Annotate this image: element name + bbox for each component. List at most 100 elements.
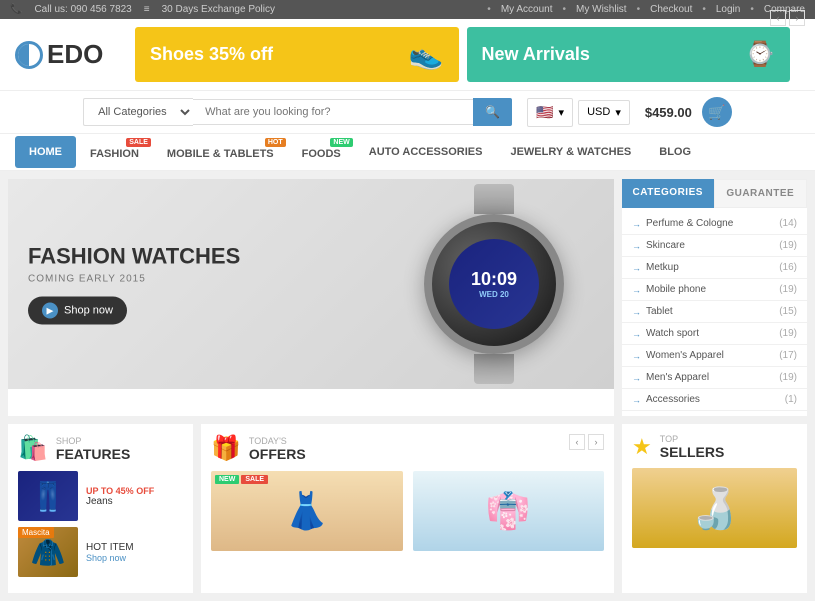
cart-button[interactable]: 🛒 — [702, 97, 732, 127]
sellers-header: ★ TOP SELLERS — [632, 434, 797, 460]
nav-label-auto: AUTO ACCESSORIES — [369, 146, 483, 158]
features-title: SHOP FEATURES — [56, 436, 130, 462]
nav-label-jewelry: JEWELRY & WATCHES — [510, 146, 631, 158]
phone-text: Call us: 090 456 7823 — [34, 4, 131, 15]
category-perfume[interactable]: → Perfume & Cologne (14) — [622, 213, 807, 235]
sellers-title-small: TOP — [660, 434, 725, 444]
hero-section: FASHION WATCHES COMING EARLY 2015 ▶ Shop… — [8, 179, 614, 416]
badge-sale: SALE — [241, 475, 268, 484]
category-count: (14) — [779, 218, 797, 229]
category-name: Men's Apparel — [646, 372, 709, 383]
offer-image-1: NEW SALE 👗 — [211, 471, 403, 551]
search-input[interactable] — [193, 99, 473, 125]
category-metkup[interactable]: → Metkup (16) — [622, 257, 807, 279]
arrow-icon: → — [632, 395, 641, 405]
arrow-icon: → — [632, 219, 641, 229]
jacket-text: HOT ITEM Shop now — [86, 542, 134, 563]
features-header: 🛍️ SHOP FEATURES — [18, 434, 183, 463]
shop-now-button[interactable]: ▶ Shop now — [28, 297, 127, 325]
arrow-icon: → — [632, 285, 641, 295]
flag-icon: 🇺🇸 — [536, 104, 553, 121]
category-mens[interactable]: → Men's Apparel (19) — [622, 367, 807, 389]
discount-label: UP TO 45% OFF — [86, 486, 154, 496]
hero-subtitle: COMING EARLY 2015 — [28, 274, 240, 285]
category-name: Women's Apparel — [646, 350, 724, 361]
search-bar: All Categories 🔍 🇺🇸 ▾ USD ▾ $459.00 🛒 — [0, 91, 815, 134]
offers-title-large: OFFERS — [249, 446, 306, 462]
top-bar: 📞 Call us: 090 456 7823 ≡ 30 Days Exchan… — [0, 0, 815, 19]
category-name: Tablet — [646, 306, 673, 317]
jeans-text: UP TO 45% OFF Jeans — [86, 486, 154, 507]
currency-text: USD — [587, 106, 610, 118]
top-bar-right: • My Account • My Wishlist • Checkout • … — [487, 4, 805, 15]
watch-date: WED 20 — [479, 290, 509, 299]
shop-now-link[interactable]: Shop now — [86, 553, 134, 563]
features-title-small: SHOP — [56, 436, 130, 446]
banner-new-text: New Arrivals — [482, 44, 590, 65]
nav-item-jewelry[interactable]: JEWELRY & WATCHES — [496, 136, 645, 168]
category-name: Perfume & Cologne — [646, 218, 733, 229]
wishlist-link[interactable]: My Wishlist — [576, 4, 627, 15]
checkout-link[interactable]: Checkout — [650, 4, 692, 15]
seller-image[interactable]: 🍶 — [632, 468, 797, 548]
category-womens[interactable]: → Women's Apparel (17) — [622, 345, 807, 367]
offers-nav: ‹ › — [569, 434, 604, 450]
arrow-icon: → — [632, 263, 641, 273]
sellers-next[interactable]: › — [789, 10, 805, 26]
offers-prev[interactable]: ‹ — [569, 434, 585, 450]
arrow-icon: → — [632, 241, 641, 251]
tab-guarantee[interactable]: GUARANTEE — [714, 179, 808, 208]
nav-label-fashion: FASHION — [90, 148, 139, 160]
hero-text: FASHION WATCHES COMING EARLY 2015 ▶ Shop… — [28, 244, 240, 325]
mascita-badge: Mascita — [18, 527, 54, 538]
lang-arrow: ▾ — [559, 106, 565, 119]
search-button[interactable]: 🔍 — [473, 98, 512, 126]
badge-new: NEW — [330, 138, 352, 147]
nav-label-mobile: MOBILE & TABLETS — [167, 148, 274, 160]
category-name: Mobile phone — [646, 284, 706, 295]
features-card: 🛍️ SHOP FEATURES 👖 UP TO 45% OFF Jeans 🧥 — [8, 424, 193, 593]
category-tablet[interactable]: → Tablet (15) — [622, 301, 807, 323]
offers-card: 🎁 TODAY'S OFFERS ‹ › NEW SALE 👗 — [201, 424, 614, 593]
phone-icon: 📞 — [10, 4, 22, 15]
jeans-image: 👖 — [18, 471, 78, 521]
currency-select[interactable]: USD ▾ — [578, 100, 630, 125]
offers-title: TODAY'S OFFERS — [249, 436, 306, 462]
category-watch-sport[interactable]: → Watch sport (19) — [622, 323, 807, 345]
item-name: Jeans — [86, 496, 154, 507]
bottom-section: 🛍️ SHOP FEATURES 👖 UP TO 45% OFF Jeans 🧥 — [0, 424, 815, 601]
nav-item-auto[interactable]: AUTO ACCESSORIES — [355, 136, 497, 168]
arrow-icon: → — [632, 307, 641, 317]
category-accessories[interactable]: → Accessories (1) — [622, 389, 807, 411]
nav-item-blog[interactable]: BLOG — [645, 136, 705, 168]
sidebar-category-list: → Perfume & Cologne (14) → Skincare (19)… — [622, 208, 807, 416]
offers-icon: 🎁 — [211, 434, 241, 463]
offer-item-2[interactable]: 👘 — [413, 471, 605, 551]
features-title-large: FEATURES — [56, 446, 130, 462]
nav-item-mobile[interactable]: HOT MOBILE & TABLETS — [153, 134, 288, 170]
tab-categories[interactable]: CATEGORIES — [622, 179, 714, 208]
banner-new-arrivals[interactable]: New Arrivals ⌚ — [467, 27, 791, 82]
banner-shoes[interactable]: Shoes 35% off 👟 — [135, 27, 459, 82]
logo[interactable]: EDO — [15, 39, 115, 70]
login-link[interactable]: Login — [716, 4, 740, 15]
banners: Shoes 35% off 👟 New Arrivals ⌚ — [135, 27, 790, 82]
category-mobile[interactable]: → Mobile phone (19) — [622, 279, 807, 301]
badge-hot: HOT — [265, 138, 286, 147]
category-skincare[interactable]: → Skincare (19) — [622, 235, 807, 257]
price-display: $459.00 — [645, 105, 692, 120]
nav-item-fashion[interactable]: SALE FASHION — [76, 134, 153, 170]
nav-item-foods[interactable]: NEW FOODS — [288, 134, 355, 170]
my-account-link[interactable]: My Account — [501, 4, 553, 15]
category-name: Accessories — [646, 394, 700, 405]
language-select[interactable]: 🇺🇸 ▾ — [527, 98, 573, 127]
category-select[interactable]: All Categories — [83, 98, 193, 126]
nav-item-home[interactable]: HOME — [15, 136, 76, 168]
category-count: (1) — [785, 394, 797, 405]
category-count: (15) — [779, 306, 797, 317]
offer-item-1[interactable]: NEW SALE 👗 — [211, 471, 403, 551]
sellers-prev[interactable]: ‹ — [770, 10, 786, 26]
sidebar-tabs: CATEGORIES GUARANTEE — [622, 179, 807, 208]
feature-item-jeans[interactable]: 👖 UP TO 45% OFF Jeans — [18, 471, 183, 521]
offers-next[interactable]: › — [588, 434, 604, 450]
